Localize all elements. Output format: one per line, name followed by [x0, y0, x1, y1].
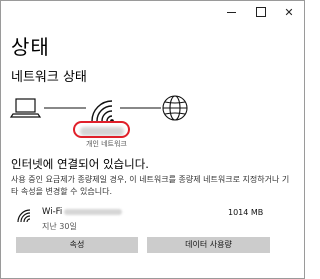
maximize-button[interactable] — [246, 1, 276, 23]
globe-icon — [162, 95, 188, 121]
wifi-icon — [91, 100, 114, 123]
properties-button[interactable]: 속성 — [16, 237, 138, 253]
minimize-icon — [226, 11, 236, 13]
title-bar: ✕ — [1, 1, 304, 23]
close-icon: ✕ — [284, 5, 294, 19]
network-diagram — [9, 95, 188, 123]
network-type-label: 개인 네트워크 — [86, 140, 127, 148]
metered-note-text: 사용 중인 요금제가 종량제일 경우, 이 네트워크를 종량제 네트워크로 지정… — [11, 175, 290, 196]
connection-name: Wi-Fi — [42, 207, 63, 217]
page-title: 상태 — [11, 35, 50, 59]
data-usage-amount: 1014 MB — [228, 208, 264, 217]
laptop-icon — [9, 98, 42, 118]
minimize-button[interactable] — [216, 1, 246, 23]
usage-period: 지난 30일 — [42, 222, 77, 231]
connection-status-text: 인터넷에 연결되어 있습니다. — [11, 157, 149, 171]
connection-name-blurred — [64, 209, 122, 215]
data-usage-button[interactable]: 데이터 사용량 — [147, 237, 270, 253]
wifi-signal-icon — [17, 209, 31, 223]
network-name-highlight — [73, 121, 130, 138]
maximize-icon — [256, 7, 266, 17]
section-title: 네트워크 상태 — [11, 70, 87, 85]
close-button[interactable]: ✕ — [274, 1, 304, 23]
